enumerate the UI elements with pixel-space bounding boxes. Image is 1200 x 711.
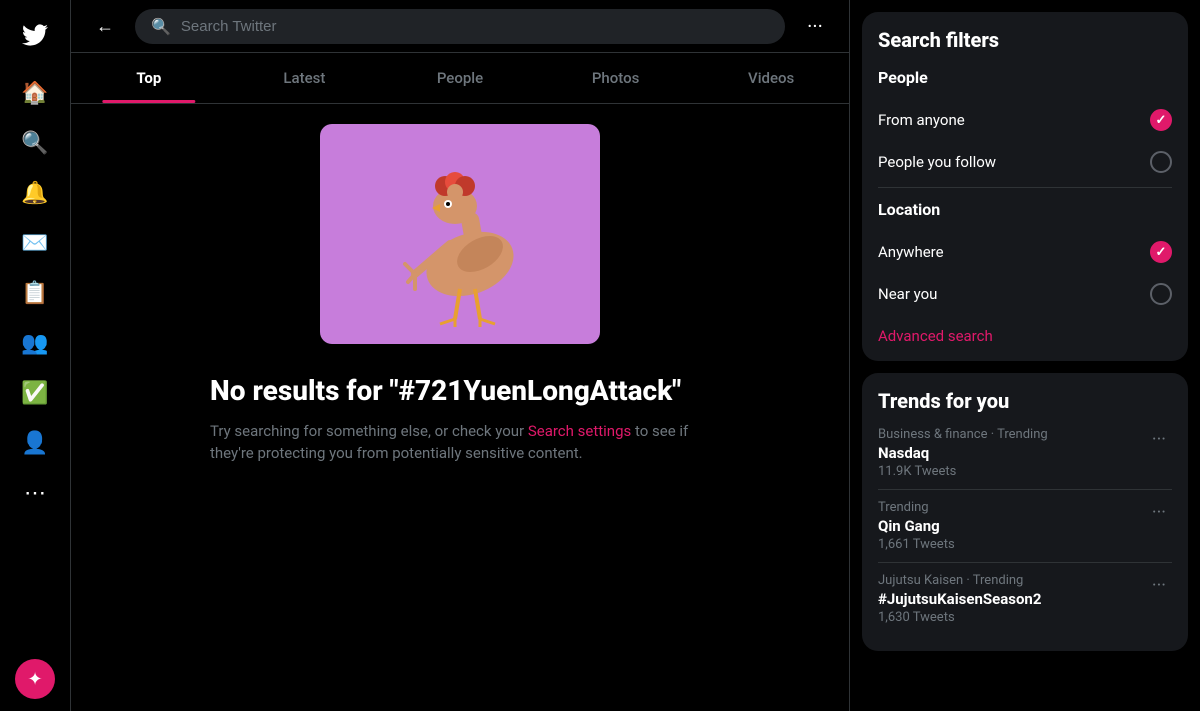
- trend-category-qin-gang: Trending: [878, 500, 955, 515]
- trend-count-jujutsu: 1,630 Tweets: [878, 610, 1041, 625]
- trend-count-nasdaq: 11.9K Tweets: [878, 464, 1048, 479]
- twitter-logo[interactable]: [12, 12, 58, 58]
- trends-card: Trends for you Business & finance · Tren…: [862, 373, 1188, 651]
- people-section-label: People: [878, 68, 1172, 87]
- user-avatar[interactable]: ✦: [15, 659, 55, 699]
- search-filters-card: Search filters People From anyone People…: [862, 12, 1188, 361]
- notifications-nav-icon[interactable]: 🔔: [12, 170, 58, 216]
- anywhere-option[interactable]: Anywhere: [878, 231, 1172, 273]
- near-you-option[interactable]: Near you: [878, 273, 1172, 315]
- no-results-title: No results for "#721YuenLongAttack": [210, 374, 710, 408]
- from-anyone-option[interactable]: From anyone: [878, 99, 1172, 141]
- from-anyone-label: From anyone: [878, 111, 965, 129]
- tab-people[interactable]: People: [382, 53, 538, 103]
- trend-name-jujutsu: #JujutsuKaisenSeason2: [878, 590, 1041, 608]
- tab-latest[interactable]: Latest: [227, 53, 383, 103]
- search-header: ← 🔍 #721YuenLongAttack ···: [71, 0, 849, 53]
- sidebar: 🏠 🔍 🔔 ✉️ 📋 👥 ✅ 👤 ⋯ ✦: [0, 0, 70, 711]
- bookmarks-nav-icon[interactable]: 📋: [12, 270, 58, 316]
- trend-count-qin-gang: 1,661 Tweets: [878, 537, 955, 552]
- messages-nav-icon[interactable]: ✉️: [12, 220, 58, 266]
- trend-more-button-qin-gang[interactable]: ···: [1146, 500, 1172, 525]
- verified-nav-icon[interactable]: ✅: [12, 370, 58, 416]
- anywhere-radio[interactable]: [1150, 241, 1172, 263]
- search-results-area: No results for "#721YuenLongAttack" Try …: [71, 104, 849, 711]
- profile-nav-icon[interactable]: 👤: [12, 420, 58, 466]
- people-you-follow-radio[interactable]: [1150, 151, 1172, 173]
- communities-nav-icon[interactable]: 👥: [12, 320, 58, 366]
- location-section-label: Location: [878, 200, 1172, 219]
- search-bar[interactable]: 🔍 #721YuenLongAttack: [135, 9, 785, 44]
- search-filters-title: Search filters: [878, 28, 1172, 52]
- near-you-radio[interactable]: [1150, 283, 1172, 305]
- trend-more-button-nasdaq[interactable]: ···: [1146, 427, 1172, 452]
- from-anyone-radio[interactable]: [1150, 109, 1172, 131]
- people-you-follow-label: People you follow: [878, 153, 996, 171]
- more-options-button[interactable]: ···: [797, 8, 833, 44]
- trend-category-nasdaq: Business & finance · Trending: [878, 427, 1048, 442]
- home-nav-icon[interactable]: 🏠: [12, 70, 58, 116]
- no-results-illustration: [320, 124, 600, 344]
- more-nav-icon[interactable]: ⋯: [12, 470, 58, 516]
- near-you-label: Near you: [878, 285, 937, 303]
- search-tabs: Top Latest People Photos Videos: [71, 53, 849, 104]
- tab-photos[interactable]: Photos: [538, 53, 694, 103]
- trend-name-nasdaq: Nasdaq: [878, 444, 1048, 462]
- chicken-illustration: [360, 134, 560, 334]
- back-button[interactable]: ←: [87, 8, 123, 44]
- tab-videos[interactable]: Videos: [693, 53, 849, 103]
- tab-top[interactable]: Top: [71, 53, 227, 103]
- right-panel: Search filters People From anyone People…: [850, 0, 1200, 711]
- trend-name-qin-gang: Qin Gang: [878, 517, 955, 535]
- trend-item-qin-gang[interactable]: Trending Qin Gang 1,661 Tweets ···: [878, 490, 1172, 563]
- people-you-follow-option[interactable]: People you follow: [878, 141, 1172, 183]
- trend-item-nasdaq[interactable]: Business & finance · Trending Nasdaq 11.…: [878, 417, 1172, 490]
- search-nav-icon[interactable]: 🔍: [12, 120, 58, 166]
- trends-title: Trends for you: [878, 389, 1172, 413]
- search-input[interactable]: #721YuenLongAttack: [181, 18, 769, 35]
- trend-item-jujutsu[interactable]: Jujutsu Kaisen · Trending #JujutsuKaisen…: [878, 563, 1172, 635]
- filter-divider: [878, 187, 1172, 188]
- anywhere-label: Anywhere: [878, 243, 944, 261]
- no-results-description: Try searching for something else, or che…: [210, 420, 710, 465]
- trend-more-button-jujutsu[interactable]: ···: [1146, 573, 1172, 598]
- search-settings-link[interactable]: Search settings: [528, 422, 631, 440]
- main-content: ← 🔍 #721YuenLongAttack ··· Top Latest Pe…: [70, 0, 850, 711]
- trend-category-jujutsu: Jujutsu Kaisen · Trending: [878, 573, 1041, 588]
- advanced-search-link[interactable]: Advanced search: [878, 315, 1172, 345]
- search-icon: 🔍: [151, 17, 171, 36]
